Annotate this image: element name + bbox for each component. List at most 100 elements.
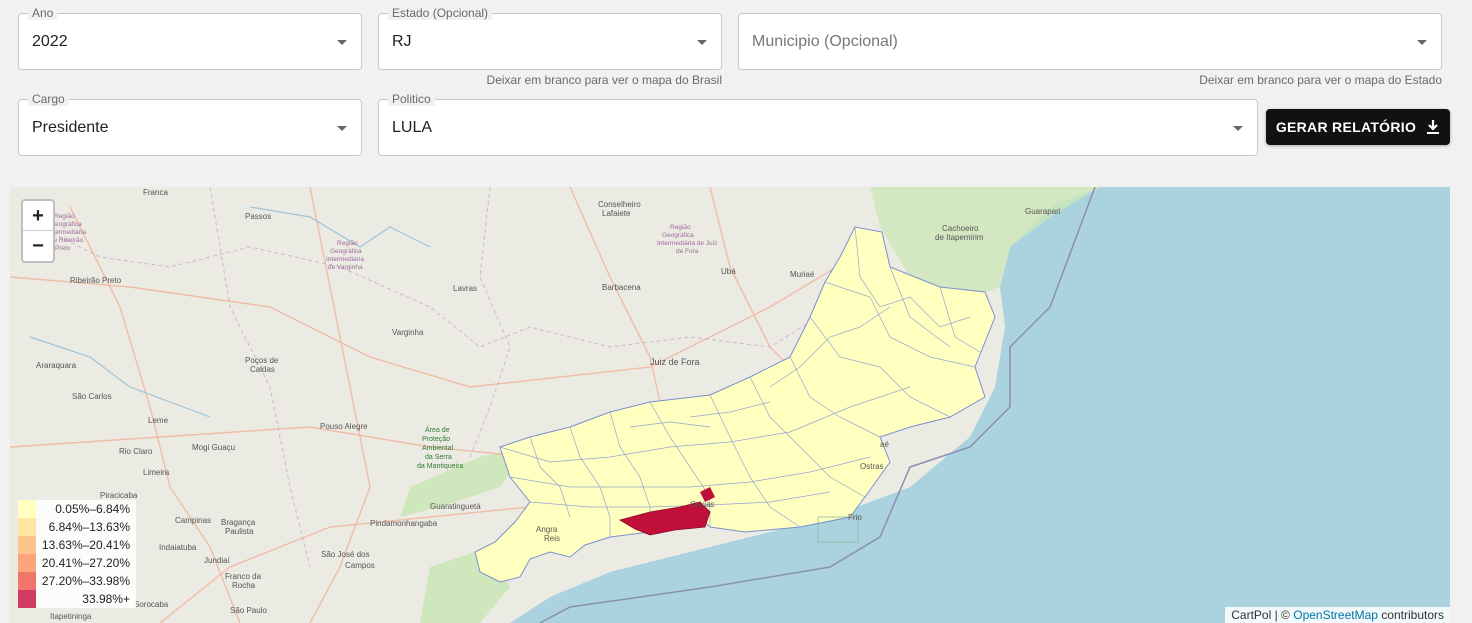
svg-text:Indaiatuba: Indaiatuba xyxy=(159,543,197,552)
svg-text:Angra: Angra xyxy=(536,525,558,534)
svg-text:Ostras: Ostras xyxy=(860,462,884,471)
svg-text:de Ribeirão: de Ribeirão xyxy=(50,237,84,244)
svg-text:Lafaiete: Lafaiete xyxy=(602,209,631,218)
svg-text:Guarapari: Guarapari xyxy=(1025,207,1061,216)
map-canvas: Franca Passos Conselheiro Lafaiete Guara… xyxy=(10,187,1450,623)
svg-text:Jundiaí: Jundiaí xyxy=(204,556,231,565)
svg-text:Pouso Alegre: Pouso Alegre xyxy=(320,422,368,431)
svg-text:Mogi Guaçu: Mogi Guaçu xyxy=(192,443,235,452)
legend-label: 6.84%–13.63% xyxy=(48,520,130,534)
svg-text:Conselheiro: Conselheiro xyxy=(598,200,641,209)
svg-text:São José dos: São José dos xyxy=(321,550,369,559)
legend-item: 6.84%–13.63% xyxy=(18,518,136,536)
svg-text:Paulista: Paulista xyxy=(225,527,254,536)
svg-text:Pindamonhangaba: Pindamonhangaba xyxy=(370,519,438,528)
svg-text:Ribeirão Preto: Ribeirão Preto xyxy=(70,276,122,285)
municipio-select[interactable]: Municipio (Opcional) xyxy=(738,13,1442,70)
svg-text:Bragança: Bragança xyxy=(221,518,256,527)
svg-text:Geográfica: Geográfica xyxy=(330,248,362,255)
svg-text:de Varginha: de Varginha xyxy=(328,264,363,271)
estado-value: RJ xyxy=(392,32,412,50)
chevron-down-icon xyxy=(1233,125,1243,131)
svg-text:Piracicaba: Piracicaba xyxy=(100,491,138,500)
svg-text:da Mantiqueira: da Mantiqueira xyxy=(417,463,463,470)
svg-text:Franca: Franca xyxy=(143,188,168,197)
attribution-prefix: CartPol | © xyxy=(1231,608,1290,622)
svg-text:aé: aé xyxy=(880,440,889,449)
legend-label: 20.41%–27.20% xyxy=(41,556,130,570)
svg-text:Limeira: Limeira xyxy=(143,468,170,477)
svg-text:Área de: Área de xyxy=(425,425,450,434)
legend-swatch xyxy=(18,590,36,608)
svg-text:Região: Região xyxy=(337,240,358,247)
svg-text:Franco da: Franco da xyxy=(225,572,262,581)
chevron-down-icon xyxy=(337,125,347,131)
cargo-select[interactable]: Cargo Presidente xyxy=(18,92,362,156)
zoom-control: + − xyxy=(21,199,55,263)
municipio-placeholder: Municipio (Opcional) xyxy=(752,32,898,50)
svg-text:Proteção: Proteção xyxy=(422,436,450,443)
legend-swatch xyxy=(18,500,36,518)
legend-item: 20.41%–27.20% xyxy=(18,554,136,572)
map-attribution: CartPol | © OpenStreetMap contributors xyxy=(1225,607,1450,623)
svg-text:Caxias: Caxias xyxy=(690,500,714,509)
svg-text:Cachoeiro: Cachoeiro xyxy=(942,224,979,233)
svg-text:Geográfica: Geográfica xyxy=(662,232,694,239)
cargo-value: Presidente xyxy=(32,118,109,136)
ano-value: 2022 xyxy=(32,32,68,50)
svg-text:Preto: Preto xyxy=(55,245,71,252)
svg-text:Reis: Reis xyxy=(544,534,560,543)
legend-swatch xyxy=(18,536,36,554)
svg-text:Passos: Passos xyxy=(245,212,271,221)
legend-swatch xyxy=(18,518,36,536)
legend-label: 27.20%–33.98% xyxy=(41,574,130,588)
legend-item: 27.20%–33.98% xyxy=(18,572,136,590)
svg-text:Guaratinguetá: Guaratinguetá xyxy=(430,502,481,511)
svg-text:da Serra: da Serra xyxy=(425,454,452,461)
map-legend: 0.05%–6.84% 6.84%–13.63% 13.63%–20.41% 20.4… xyxy=(18,500,136,608)
attribution-suffix: contributors xyxy=(1381,608,1444,622)
zoom-in-button[interactable]: + xyxy=(23,201,53,231)
municipio-helper-text: Deixar em branco para ver o mapa do Esta… xyxy=(1199,73,1442,87)
svg-text:Ubá: Ubá xyxy=(721,267,736,276)
svg-text:Região: Região xyxy=(54,213,75,220)
svg-text:Poços de: Poços de xyxy=(245,356,279,365)
legend-label: 13.63%–20.41% xyxy=(41,538,130,552)
estado-select[interactable]: Estado (Opcional) RJ xyxy=(378,6,722,70)
legend-swatch xyxy=(18,572,36,590)
svg-text:Lavras: Lavras xyxy=(453,284,477,293)
chevron-down-icon xyxy=(1417,39,1427,45)
svg-text:Caldas: Caldas xyxy=(250,365,275,374)
svg-text:de Fora: de Fora xyxy=(676,248,699,255)
svg-text:de Itapemirim: de Itapemirim xyxy=(935,233,984,242)
svg-text:São Carlos: São Carlos xyxy=(72,392,112,401)
legend-item: 33.98%+ xyxy=(18,590,136,608)
ano-select[interactable]: Ano 2022 xyxy=(18,6,362,70)
map-container[interactable]: Franca Passos Conselheiro Lafaiete Guara… xyxy=(10,187,1450,623)
legend-label: 0.05%–6.84% xyxy=(55,502,130,516)
svg-text:Araraquara: Araraquara xyxy=(36,361,77,370)
svg-text:Ambiental: Ambiental xyxy=(422,445,454,452)
svg-text:Rio Claro: Rio Claro xyxy=(119,447,153,456)
svg-text:Muriaé: Muriaé xyxy=(790,270,815,279)
svg-text:Rocha: Rocha xyxy=(232,581,256,590)
svg-text:Intermediária de Juiz: Intermediária de Juiz xyxy=(657,240,717,247)
svg-text:São Paulo: São Paulo xyxy=(230,606,267,615)
svg-text:Campos: Campos xyxy=(345,561,375,570)
svg-text:Juiz de Fora: Juiz de Fora xyxy=(650,357,700,367)
openstreetmap-link[interactable]: OpenStreetMap xyxy=(1293,608,1378,622)
gerar-relatorio-label: GERAR RELATÓRIO xyxy=(1275,119,1417,135)
download-icon xyxy=(1427,120,1440,134)
chevron-down-icon xyxy=(697,39,707,45)
chevron-down-icon xyxy=(337,39,347,45)
svg-text:Itapetininga: Itapetininga xyxy=(50,612,92,621)
gerar-relatorio-button[interactable]: GERAR RELATÓRIO xyxy=(1266,109,1450,145)
svg-text:Varginha: Varginha xyxy=(392,328,424,337)
politico-select[interactable]: Politico LULA xyxy=(378,92,1258,156)
svg-text:Região: Região xyxy=(670,224,691,231)
svg-text:Frio: Frio xyxy=(848,513,862,522)
svg-text:Leme: Leme xyxy=(148,416,169,425)
zoom-out-button[interactable]: − xyxy=(23,231,53,261)
svg-text:Intermediária: Intermediária xyxy=(326,256,364,263)
legend-item: 0.05%–6.84% xyxy=(18,500,136,518)
